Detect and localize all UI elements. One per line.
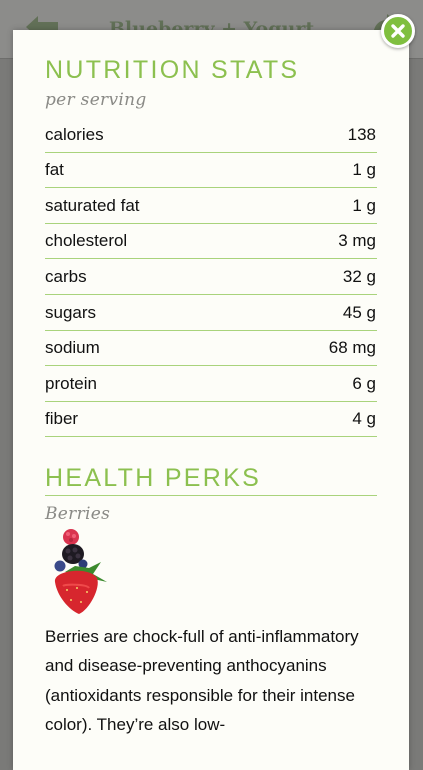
nutrition-value: 4 g [352,409,376,429]
nutrition-row-carbs: carbs 32 g [45,260,377,295]
perk-description: Berries are chock-full of anti-inflammat… [45,627,359,734]
health-perks-divider [45,495,377,496]
nutrition-value: 3 mg [338,231,376,251]
nutrition-label: sugars [45,302,97,322]
nutrition-label: sodium [45,338,100,358]
nutrition-value: 45 g [342,302,376,322]
nutrition-label: calories [45,124,104,144]
nutrition-label: cholesterol [45,231,128,251]
close-icon [391,24,405,38]
health-perks-heading: HEALTH PERKS [45,464,262,492]
close-button[interactable] [381,14,415,48]
nutrition-value: 32 g [342,266,376,286]
nutrition-table: calories 138 fat 1 g saturated fat 1 g c… [45,118,377,438]
perk-item-title: Berries [45,504,111,524]
nutrition-label: protein [45,373,97,393]
nutrition-row-fiber: fiber 4 g [45,403,377,438]
nutrition-row-calories: calories 138 [45,118,377,153]
nutrition-label: carbs [45,266,87,286]
nutrition-label: saturated fat [45,195,140,215]
nutrition-value: 138 [347,124,376,144]
nutrition-row-fat: fat 1 g [45,154,377,189]
nutrition-row-protein: protein 6 g [45,367,377,402]
nutrition-value: 68 mg [328,338,376,358]
nutrition-value: 1 g [352,195,376,215]
nutrition-row-sodium: sodium 68 mg [45,332,377,367]
nutrition-stats-heading: NUTRITION STATS [45,56,300,84]
nutrition-value: 6 g [352,373,376,393]
nutrition-row-saturated-fat: saturated fat 1 g [45,189,377,224]
nutrition-label: fat [45,160,64,180]
nutrition-value: 1 g [352,160,376,180]
per-serving-subheading: per serving [45,90,147,110]
nutrition-row-cholesterol: cholesterol 3 mg [45,225,377,260]
nutrition-label: fiber [45,409,79,429]
nutrition-row-sugars: sugars 45 g [45,296,377,331]
berries-image [54,529,107,614]
nutrition-modal: NUTRITION STATS per serving calories 138… [13,14,415,770]
